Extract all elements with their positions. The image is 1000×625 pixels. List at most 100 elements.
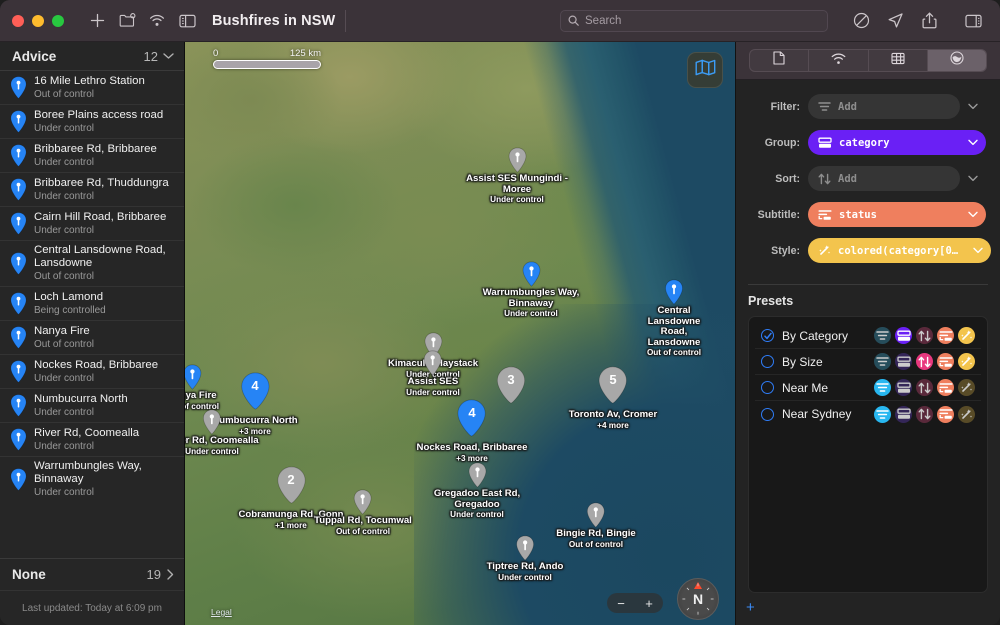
- sidebar-item[interactable]: Bribbaree Rd, Bribbaree Under control: [0, 138, 184, 172]
- preset-chip-sort[interactable]: [916, 379, 933, 396]
- sidebar-group-header-advice[interactable]: Advice 12: [0, 42, 184, 70]
- preset-chip-style[interactable]: [958, 327, 975, 344]
- sidebar-item[interactable]: River Rd, Coomealla Under control: [0, 422, 184, 456]
- chevron-down-icon[interactable]: [960, 166, 986, 191]
- inspector-row-control[interactable]: Add: [808, 94, 986, 119]
- map-annotation[interactable]: 3: [496, 366, 526, 409]
- preset-chip-filter[interactable]: [874, 405, 891, 423]
- preset-chip-filter[interactable]: [874, 353, 891, 370]
- inspector-toggle-icon[interactable]: [958, 8, 988, 34]
- zoom-out-button[interactable]: −: [617, 597, 625, 610]
- sidebar-item[interactable]: Cairn Hill Road, Bribbaree Under control: [0, 206, 184, 240]
- preset-chip-sort[interactable]: [916, 353, 933, 370]
- inspector-row-pill[interactable]: Add: [808, 166, 960, 191]
- scale-min: 0: [213, 48, 219, 59]
- inspector-row-control[interactable]: category: [808, 130, 986, 155]
- preset-row[interactable]: By Size: [755, 349, 981, 375]
- map-annotation-title: Assist SES: [407, 376, 459, 387]
- location-arrow-icon[interactable]: [880, 8, 910, 34]
- new-folder-icon[interactable]: [112, 8, 142, 34]
- preset-chip-sort[interactable]: [916, 327, 933, 344]
- preset-chips: [874, 327, 975, 344]
- sidebar-item[interactable]: 16 Mile Lethro Station Out of control: [0, 70, 184, 104]
- compass-control[interactable]: N: [677, 578, 719, 620]
- map-pin-icon: 5: [569, 366, 657, 409]
- preset-radio[interactable]: [761, 407, 774, 421]
- map-annotation[interactable]: Central Lansdowne Road, Lansdowne Out of …: [644, 279, 705, 358]
- sidebar-item[interactable]: Nanya Fire Out of control: [0, 320, 184, 354]
- preset-chip-subtitle[interactable]: [937, 405, 954, 423]
- add-icon[interactable]: [82, 8, 112, 34]
- preset-row[interactable]: Near Sydney: [755, 401, 981, 427]
- preset-row[interactable]: By Category: [755, 323, 981, 349]
- map-annotation[interactable]: Gregadoo East Rd, Gregadoo Under control: [423, 462, 531, 520]
- wifi-tab[interactable]: [809, 50, 869, 71]
- share-icon[interactable]: [914, 8, 944, 34]
- preset-chip-filter[interactable]: [874, 327, 891, 344]
- legal-link[interactable]: Legal: [211, 607, 232, 617]
- preset-chip-style[interactable]: [958, 379, 975, 396]
- map-annotation[interactable]: Tiptree Rd, Ando Under control: [487, 535, 563, 582]
- map-annotation[interactable]: Warrumbungles Way, Binnaway Under control: [477, 261, 585, 319]
- inspector-row-pill[interactable]: Add: [808, 94, 960, 119]
- sidebar-item[interactable]: Boree Plains access road Under control: [0, 104, 184, 138]
- preset-chip-subtitle[interactable]: [937, 379, 954, 396]
- map-annotation[interactable]: 5 Toronto Av, Cromer +4 more: [569, 366, 657, 430]
- preset-chip-filter[interactable]: [874, 379, 891, 396]
- map-canvas[interactable]: 0 125 km Assist SES Mungindi - Moree Unde…: [185, 42, 735, 625]
- close-button[interactable]: [12, 14, 24, 27]
- preset-chip-group[interactable]: [895, 327, 912, 344]
- map-annotation[interactable]: Assist SES Mungindi - Moree Under control: [463, 147, 571, 205]
- chevron-down-icon[interactable]: [960, 130, 986, 155]
- map-pin-icon: [556, 502, 635, 528]
- sidebar-item[interactable]: Nockes Road, Bribbaree Under control: [0, 354, 184, 388]
- inspector-row-pill[interactable]: status: [808, 202, 963, 227]
- sidebar-toggle-icon[interactable]: [172, 8, 202, 34]
- maximize-button[interactable]: [52, 14, 64, 27]
- minimize-button[interactable]: [32, 14, 44, 27]
- preset-chip-style[interactable]: [958, 405, 975, 423]
- sidebar-group-header-none[interactable]: None 19: [0, 558, 184, 590]
- map-annotation-title: Warrumbungles Way, Binnaway: [482, 287, 580, 309]
- preset-chip-group[interactable]: [895, 379, 912, 396]
- inspector-row-pill[interactable]: colored(category[0…: [808, 238, 969, 263]
- map-annotation[interactable]: Tuppal Rd, Tocumwal Out of control: [314, 489, 412, 536]
- zoom-in-button[interactable]: +: [645, 597, 653, 610]
- map-annotation[interactable]: Bingie Rd, Bingie Out of control: [556, 502, 636, 549]
- preset-chip-group[interactable]: [895, 405, 912, 423]
- zoom-controls[interactable]: − +: [607, 593, 663, 613]
- search-input[interactable]: Search: [560, 9, 828, 32]
- inspector-row-control[interactable]: colored(category[0…: [808, 238, 992, 263]
- add-preset-button[interactable]: +: [736, 593, 1000, 625]
- preset-radio[interactable]: [761, 355, 774, 368]
- sidebar-item[interactable]: Loch Lamond Being controlled: [0, 286, 184, 320]
- preset-chip-subtitle[interactable]: [937, 353, 954, 370]
- inspector-row-control[interactable]: Add: [808, 166, 986, 191]
- preset-chip-subtitle[interactable]: [937, 327, 954, 344]
- chevron-down-icon[interactable]: [960, 202, 986, 227]
- sidebar-item[interactable]: Bribbaree Rd, Thuddungra Under control: [0, 172, 184, 206]
- sidebar-item[interactable]: Warrumbungles Way, Binnaway Under control: [0, 456, 184, 502]
- document-tab[interactable]: [750, 50, 810, 71]
- map-annotation[interactable]: River Rd, CoomeallaUnder control: [185, 409, 259, 456]
- inspector-segmented-control[interactable]: [749, 49, 987, 72]
- map-type-button[interactable]: [687, 52, 723, 88]
- map-annotation[interactable]: Assist SES Under control: [406, 350, 460, 397]
- sidebar-item[interactable]: Numbucurra North Under control: [0, 388, 184, 422]
- no-entry-icon[interactable]: [846, 8, 876, 34]
- preset-radio[interactable]: [761, 329, 774, 342]
- table-tab[interactable]: [869, 50, 928, 71]
- map-pin-icon: [423, 462, 531, 488]
- preset-chip-sort[interactable]: [916, 405, 933, 423]
- preset-chip-style[interactable]: [958, 353, 975, 370]
- inspector-row-control[interactable]: status: [808, 202, 986, 227]
- sidebar-item[interactable]: Central Lansdowne Road, Lansdowne Out of …: [0, 240, 184, 286]
- broadcast-icon[interactable]: [142, 8, 172, 34]
- chevron-down-icon[interactable]: [965, 238, 992, 263]
- inspector-row-pill[interactable]: category: [808, 130, 963, 155]
- preset-chip-group[interactable]: [895, 353, 912, 370]
- style-tab[interactable]: [927, 50, 986, 71]
- preset-radio[interactable]: [761, 381, 774, 394]
- chevron-down-icon[interactable]: [960, 94, 986, 119]
- preset-row[interactable]: Near Me: [755, 375, 981, 401]
